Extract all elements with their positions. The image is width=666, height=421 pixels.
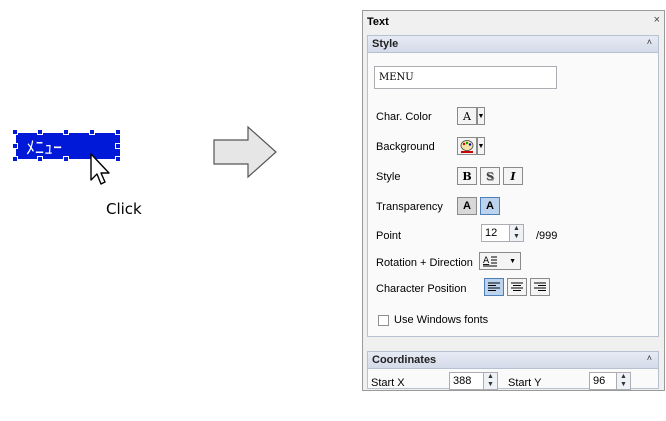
close-icon[interactable]: × [654,14,660,26]
shadow-glyph: S [486,169,494,183]
use-windows-fonts-checkbox[interactable] [378,315,389,326]
point-spinner[interactable]: ▲ ▼ [509,224,524,242]
transparency-on-button[interactable]: A [480,197,500,215]
use-windows-fonts-label: Use Windows fonts [394,314,489,326]
start-y-spinner[interactable]: ▲ ▼ [616,372,631,390]
transparency-label: Transparency [376,201,443,213]
italic-button[interactable]: I [503,167,523,185]
rotation-direction-dropdown[interactable]: A ▼ [479,252,521,270]
selection-handle[interactable] [115,156,121,162]
text-content-input[interactable]: MENU [374,66,557,89]
coordinates-group-header[interactable]: Coordinates ˄ [368,352,658,369]
char-color-button[interactable]: A [457,107,477,125]
point-label: Point [376,230,402,242]
panel-title: Text [367,16,389,28]
character-position-label: Character Position [376,283,467,295]
start-x-input[interactable]: 388 [449,372,487,390]
selection-handle[interactable] [89,129,95,135]
start-y-label: Start Y [508,377,542,389]
selection-handle[interactable] [63,156,69,162]
mouse-pointer-icon [90,153,110,185]
selection-handle[interactable] [115,143,121,149]
style-group-header[interactable]: Style ˄ [368,36,658,53]
start-x-spinner[interactable]: ▲ ▼ [483,372,498,390]
point-max-label: /999 [536,230,558,242]
selection-handle[interactable] [37,156,43,162]
text-direction-icon: A [483,256,497,267]
palette-icon [460,139,474,153]
svg-text:A: A [483,256,490,266]
bold-glyph: B [462,169,472,183]
selected-text: ﾒﾆｭｰ [26,138,62,159]
selection-handle[interactable] [12,129,18,135]
text-properties-panel: Text × Style ˄ MENU Char. Color A ▼ Back… [362,10,665,391]
align-right-button[interactable] [530,278,550,296]
start-x-label: Start X [371,377,405,389]
transparency-glyph: A [463,200,471,212]
style-group-title: Style [372,38,399,50]
align-right-icon [534,282,546,291]
selection-handle[interactable] [63,129,69,135]
background-color-button[interactable] [457,137,477,155]
chevron-down-icon[interactable]: ▼ [477,137,485,155]
shadow-button[interactable]: S [480,167,500,185]
align-left-icon [488,282,500,291]
selection-handle[interactable] [12,156,18,162]
chevron-down-icon: ▼ [509,257,516,265]
align-left-button[interactable] [484,278,504,296]
char-color-glyph: A [463,109,471,123]
style-label: Style [376,171,401,183]
selection-handle[interactable] [12,143,18,149]
collapse-icon[interactable]: ˄ [647,353,652,363]
right-arrow-icon [213,125,277,179]
char-color-label: Char. Color [376,111,432,123]
transparency-off-button[interactable]: A [457,197,477,215]
background-label: Background [376,141,435,153]
bold-button[interactable]: B [457,167,477,185]
click-label: Click [106,200,142,218]
selection-handle[interactable] [37,129,43,135]
coordinates-group-title: Coordinates [372,354,437,366]
collapse-icon[interactable]: ˄ [647,37,652,47]
align-center-icon [511,282,523,291]
align-center-button[interactable] [507,278,527,296]
selection-handle[interactable] [115,129,121,135]
chevron-down-icon[interactable]: ▼ [477,107,485,125]
transparency-glyph: A [486,200,494,212]
italic-glyph: I [510,169,516,183]
rotation-direction-label: Rotation + Direction [376,257,473,269]
